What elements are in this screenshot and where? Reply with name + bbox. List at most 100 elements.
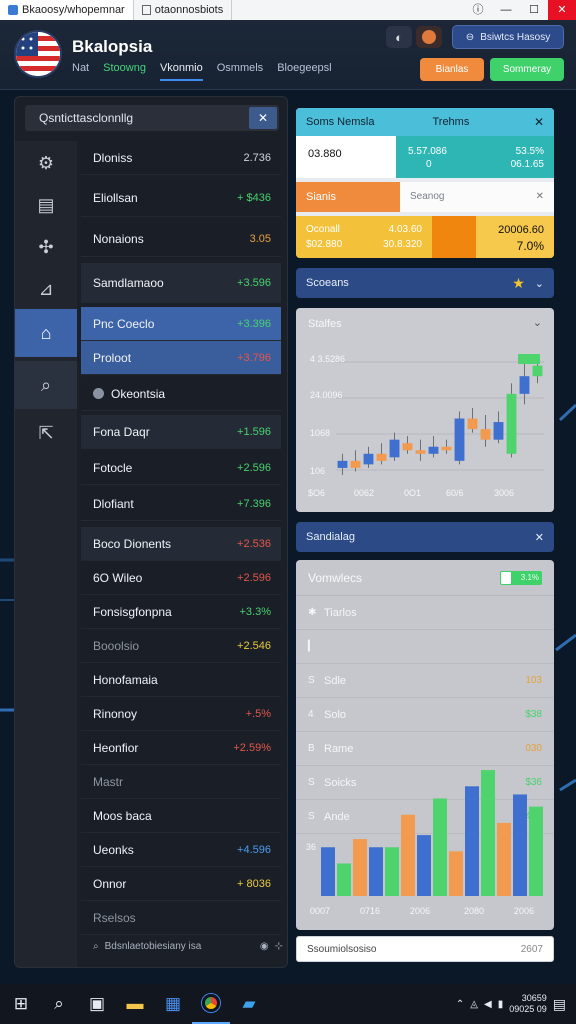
- sidebar-row-label: Boco Dionents: [93, 536, 172, 551]
- network-icon[interactable]: ◬: [470, 999, 478, 1010]
- windows-icon[interactable]: ⊞: [2, 984, 40, 1024]
- sidebar-row[interactable]: Pnc Coeclo +3.396: [81, 307, 281, 341]
- chevron-down-icon[interactable]: ⌄: [535, 277, 544, 290]
- sidebar-row[interactable]: Dloniss 2.736: [81, 141, 281, 175]
- green-action-button[interactable]: Sommeray: [490, 58, 564, 81]
- globe-icon[interactable]: ◐: [386, 26, 412, 48]
- browser-icon[interactable]: [192, 984, 230, 1024]
- task-view-icon[interactable]: ▣: [78, 984, 116, 1024]
- volume-row-label: Sdle: [324, 674, 347, 687]
- search-icon[interactable]: ⌕: [40, 984, 78, 1024]
- sidebar-row-label: Proloot: [93, 350, 132, 365]
- maximize-icon[interactable]: ☐: [520, 0, 548, 20]
- sidebar-row[interactable]: Rinonoy +.5%: [81, 697, 281, 731]
- star-icon[interactable]: ★: [512, 275, 525, 292]
- sidebar-row-label: Dloniss: [93, 150, 133, 165]
- sidebar-row[interactable]: Proloot +3.796: [81, 341, 281, 375]
- close-icon[interactable]: ✕: [534, 115, 544, 129]
- close-icon[interactable]: ✕: [535, 531, 544, 544]
- avatar[interactable]: [416, 26, 442, 48]
- file-explorer-icon[interactable]: ▬: [116, 984, 154, 1024]
- circle-icon: S: [308, 777, 315, 788]
- home-icon[interactable]: ⌂: [15, 309, 77, 357]
- app-icon[interactable]: ▰: [230, 984, 268, 1024]
- sidebar-row[interactable]: Fonsisgfonpna +3.3%: [81, 595, 281, 629]
- gear-icon[interactable]: ⚙: [15, 143, 77, 183]
- volume-row[interactable]: ✱ Tiarlos: [296, 596, 554, 630]
- quote-yellow-block: Oconall $02.880 4.03.60 30.8.320: [296, 216, 432, 258]
- settings-icon[interactable]: ◉: [260, 941, 269, 952]
- status-field[interactable]: Ssoumiolsosiso 2607: [296, 936, 554, 962]
- orange-action-button[interactable]: Bianlas: [420, 58, 484, 81]
- nav-tab-2[interactable]: Vkonmio: [159, 62, 203, 81]
- nav-tab-3[interactable]: Osmmels: [217, 62, 263, 81]
- sidebar-row[interactable]: Fona Daqr +1.596: [81, 415, 281, 449]
- volumes-card: Vomwlecs 3.1% ✱ Tiarlos ▎ S Sdle 103 4 Solo $38 B…: [296, 560, 554, 930]
- volume-row[interactable]: S Sdle 103: [296, 664, 554, 698]
- sidebar-row[interactable]: Samdlamaoo +3.596: [81, 263, 281, 303]
- link-icon: ⊖: [465, 31, 475, 43]
- volume-row-label: Solo: [324, 708, 347, 721]
- sidebar-row[interactable]: Okeontsia: [81, 377, 281, 411]
- sidebar-row[interactable]: 6O Wileo +2.596: [81, 561, 281, 595]
- puzzle-icon[interactable]: ✣: [15, 227, 77, 267]
- sidebar-row[interactable]: Onnor + 8036: [81, 867, 281, 901]
- minimize-icon[interactable]: —: [492, 0, 520, 20]
- volume-row-label: Ande: [324, 810, 350, 823]
- store-icon[interactable]: ▦: [154, 984, 192, 1024]
- sidebar-row-value: +4.596: [237, 843, 271, 856]
- x-axis-tick-label: $O6: [308, 488, 325, 498]
- notification-icon[interactable]: ▤: [553, 996, 566, 1013]
- search-input[interactable]: Qsnticttasclonnllg ✕: [25, 105, 279, 131]
- external-link-icon[interactable]: ⇱: [15, 413, 77, 453]
- sidebar-row-value: +.5%: [245, 707, 271, 720]
- nav-tab-0[interactable]: Nat: [72, 62, 89, 81]
- browser-tab-second[interactable]: otaonnosbiots: [134, 0, 233, 20]
- sidebar-row[interactable]: Ueonks +4.596: [81, 833, 281, 867]
- volumes-toggle[interactable]: 3.1%: [500, 570, 542, 585]
- clear-search-icon[interactable]: ✕: [249, 107, 277, 129]
- close-icon[interactable]: ✕: [536, 191, 544, 203]
- info-icon[interactable]: ⓘ: [464, 0, 492, 20]
- nav-tab-1[interactable]: Stoowng: [103, 62, 146, 81]
- top-action-button[interactable]: ⊖ Bsiwtcs Hasosy: [452, 25, 564, 49]
- volume-icon[interactable]: ◀: [484, 999, 492, 1010]
- x-axis-tick-label: 60/6: [446, 488, 464, 498]
- sidebar-row[interactable]: Dlofiant +7.396: [81, 487, 281, 521]
- clock[interactable]: 30659 09025 09: [509, 993, 547, 1015]
- chevron-up-icon[interactable]: ⌃: [456, 999, 464, 1010]
- sidebar-row[interactable]: Moos baca: [81, 799, 281, 833]
- quote-orange-block: [432, 216, 476, 258]
- volume-row[interactable]: S Ande $436: [296, 800, 554, 834]
- search-icon[interactable]: ⌕: [15, 361, 77, 409]
- y-axis-tick-label: 36: [306, 842, 316, 852]
- sidebar-row[interactable]: Nonaions 3.05: [81, 221, 281, 257]
- sidebar-row-label: Dlofiant: [93, 496, 134, 511]
- nav-tab-4[interactable]: Bloegeepsl: [277, 62, 331, 81]
- sidebar-row[interactable]: Boco Dionents +2.536: [81, 527, 281, 561]
- sidebar-row[interactable]: Honofamaia: [81, 663, 281, 697]
- sidebar-row[interactable]: Heonfior +2.59%: [81, 731, 281, 765]
- volume-row[interactable]: S Soicks $36: [296, 766, 554, 800]
- section-header-scoeans[interactable]: Scoeans ★ ⌄: [296, 268, 554, 298]
- sidebar-row[interactable]: Booolsio +2.546: [81, 629, 281, 663]
- section-header-sandialag[interactable]: Sandialag ✕: [296, 522, 554, 552]
- sidebar-row[interactable]: Fotocle +2.596: [81, 451, 281, 485]
- battery-icon[interactable]: ▮: [498, 999, 504, 1010]
- volume-row[interactable]: B Rame 030: [296, 732, 554, 766]
- browser-tab-active[interactable]: Bkaoosy/whopemnar: [0, 0, 134, 20]
- candle-body: [467, 418, 478, 430]
- archive-icon[interactable]: ▤: [15, 185, 77, 225]
- volume-row[interactable]: ▎: [296, 630, 554, 664]
- pin-icon[interactable]: ⊹: [275, 941, 283, 952]
- sidebar-row[interactable]: Mastr: [81, 765, 281, 799]
- quote-status-input[interactable]: Seanog ✕: [400, 182, 554, 212]
- sidebar-row[interactable]: Rselsos: [81, 901, 281, 935]
- quote-price: 03.880: [296, 136, 396, 178]
- chart-icon[interactable]: ⊿: [15, 269, 77, 309]
- close-icon[interactable]: ✕: [548, 0, 576, 20]
- sidebar-row[interactable]: Eliollsan + $436: [81, 179, 281, 217]
- volume-row[interactable]: 4 Solo $38: [296, 698, 554, 732]
- left-panel: Qsnticttasclonnllg ✕ ⚙ ▤ ✣ ⊿ ⌂ ⌕ ⇱ Dloni…: [14, 96, 288, 968]
- circle-icon: S: [308, 811, 315, 822]
